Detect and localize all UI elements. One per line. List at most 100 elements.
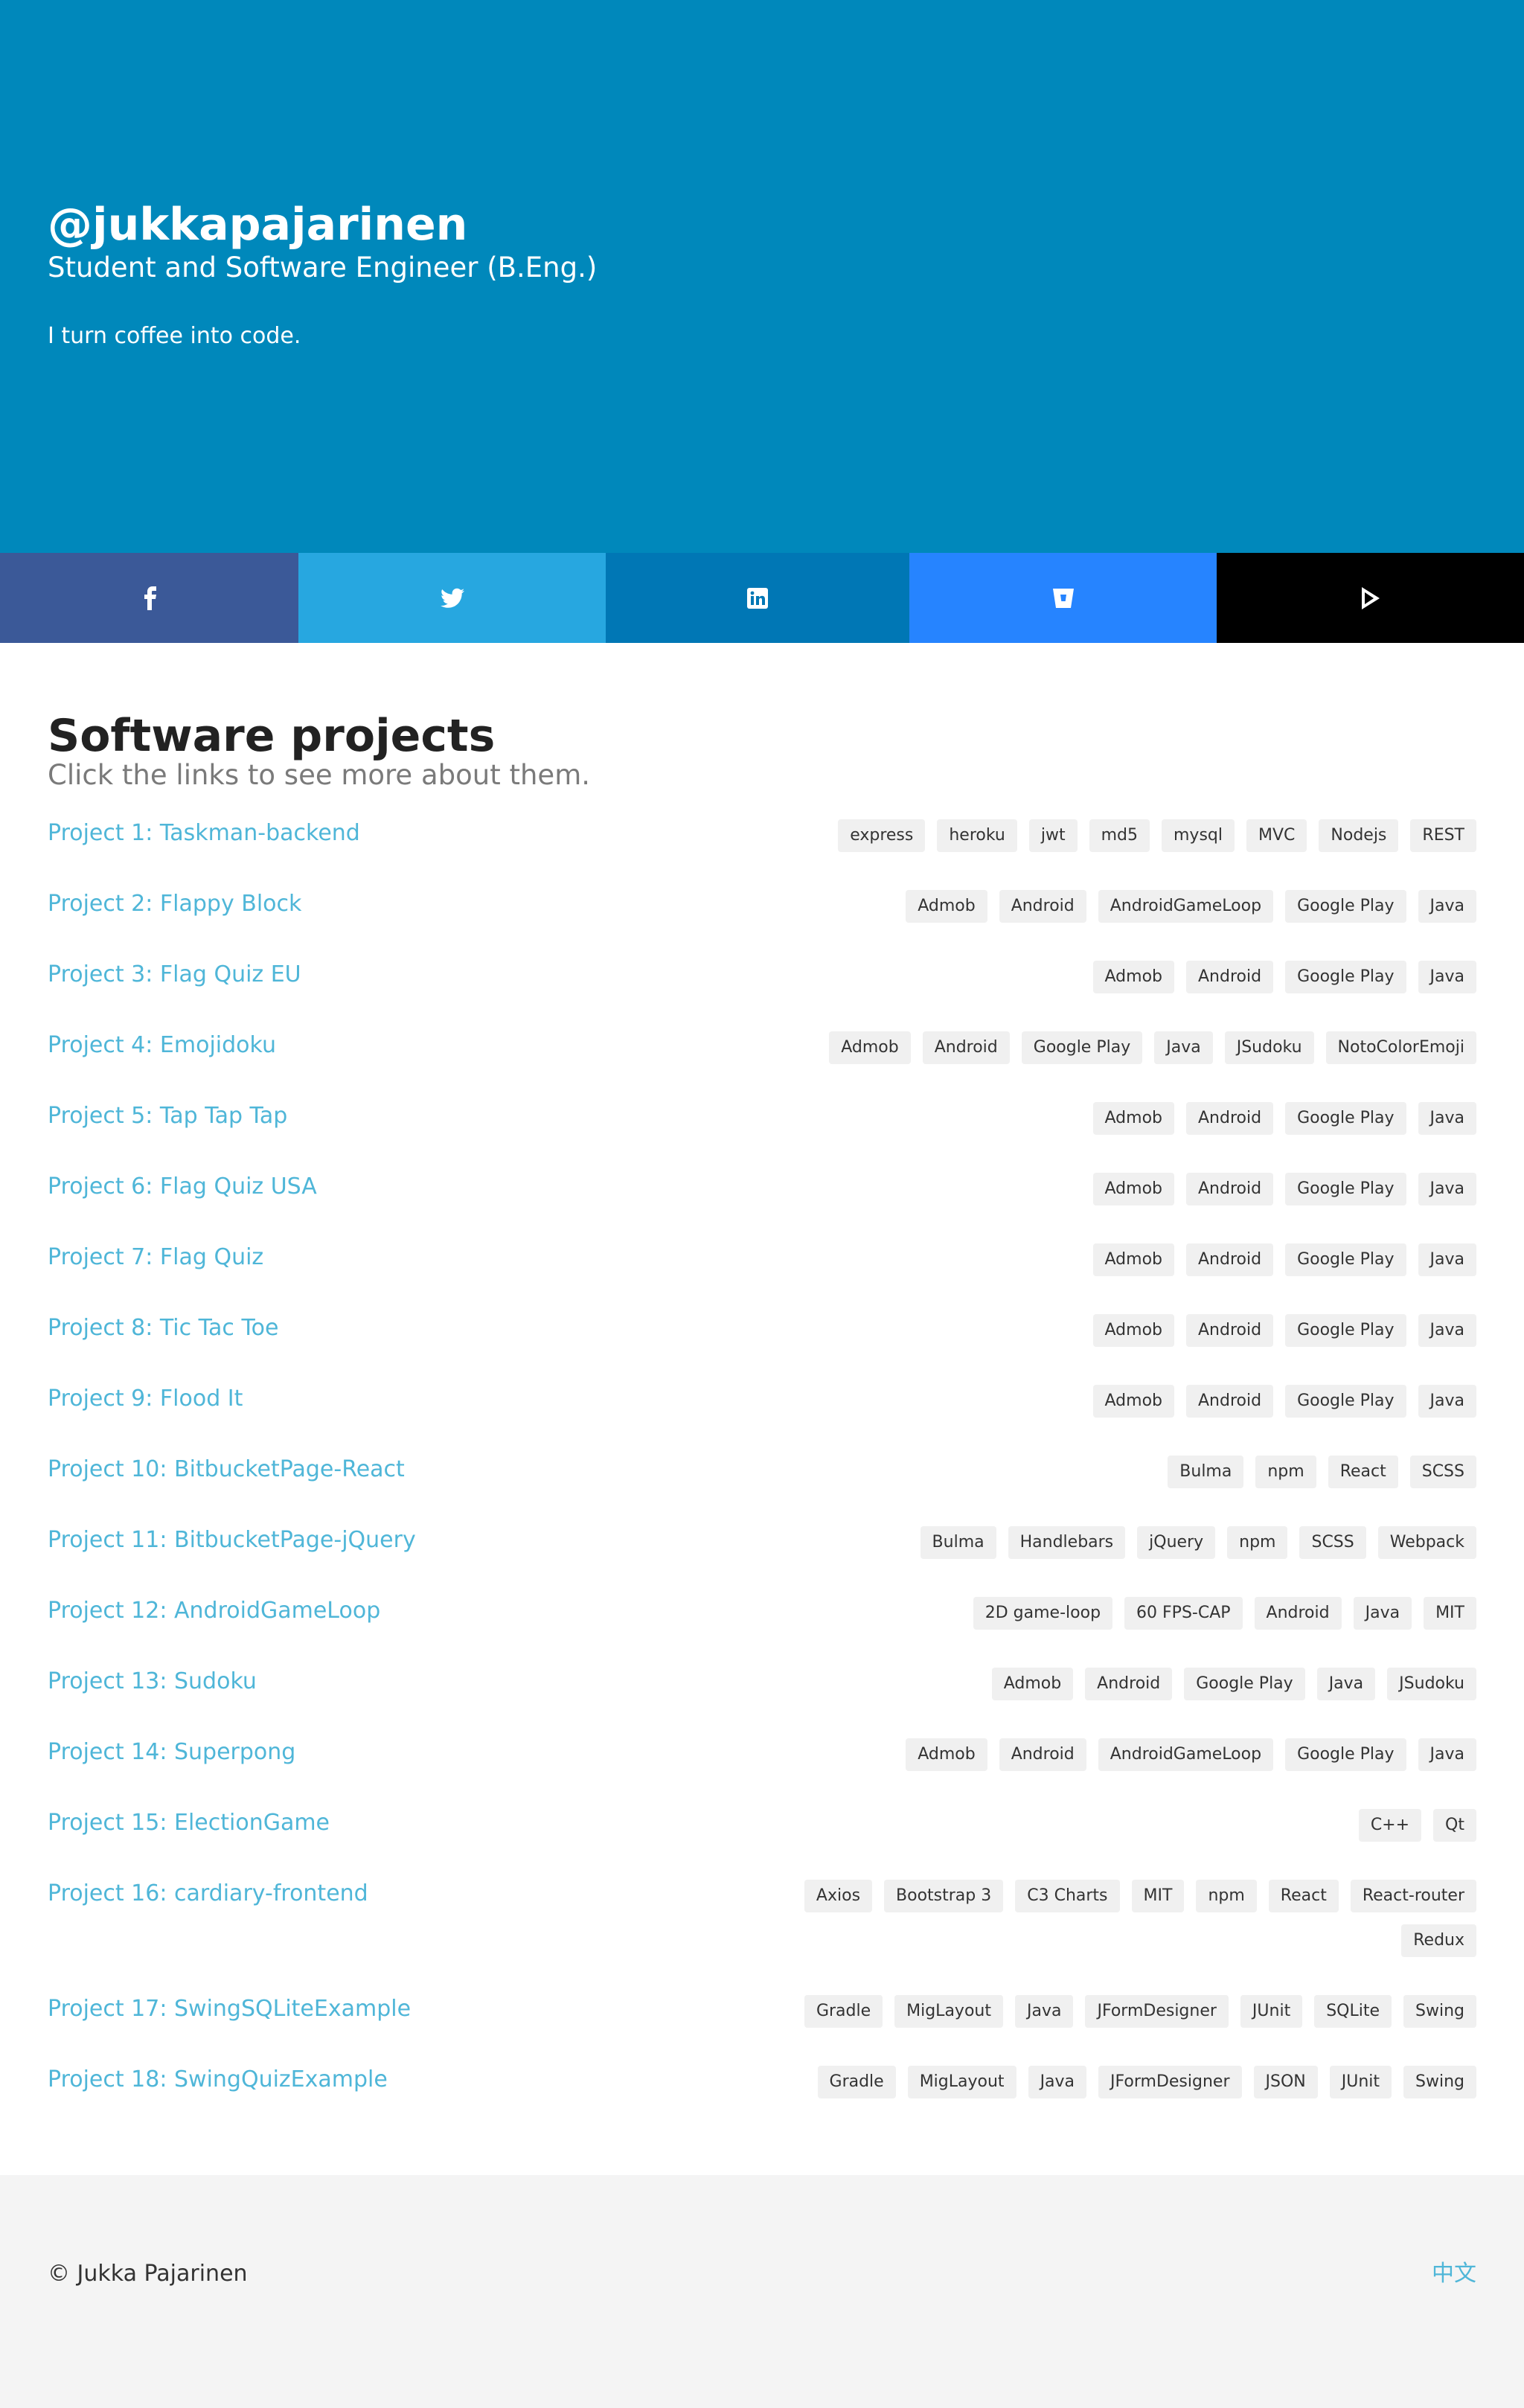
project-tag: 2D game-loop	[973, 1597, 1113, 1630]
project-tags: Admob Android Google Play Java	[1092, 1171, 1476, 1205]
project-tag: Java	[1418, 1243, 1476, 1276]
twitter-icon	[440, 588, 464, 608]
project-tag: C3 Charts	[1015, 1880, 1120, 1912]
project-row: Project 14: Superpong Admob Android Android…	[48, 1736, 1476, 1771]
project-row: Project 4: Emojidoku Admob Android Google P…	[48, 1029, 1476, 1064]
project-tag: NotoColorEmoji	[1325, 1031, 1476, 1064]
project-tag: React	[1268, 1880, 1339, 1912]
project-tag: Gradle	[817, 2066, 896, 2098]
project-tag: Gradle	[804, 1995, 883, 2028]
project-link[interactable]: Project 13: Sudoku	[48, 1665, 257, 1698]
project-link[interactable]: Project 7: Flag Quiz	[48, 1241, 263, 1274]
project-tag: heroku	[937, 819, 1017, 852]
social-link-facebook[interactable]	[0, 553, 298, 643]
project-tags: C++ Qt	[1358, 1807, 1476, 1842]
project-tag: npm	[1196, 1880, 1257, 1912]
project-tag: Java	[1418, 1173, 1476, 1205]
social-link-google-play[interactable]	[1217, 553, 1524, 643]
project-row: Project 6: Flag Quiz USA Admob Android Goog…	[48, 1171, 1476, 1205]
project-tags: Bulma npm React SCSS	[1168, 1453, 1476, 1488]
project-tag: JUnit	[1329, 2066, 1392, 2098]
project-tag: AndroidGameLoop	[1098, 890, 1274, 923]
project-tag: MigLayout	[907, 2066, 1016, 2098]
project-link[interactable]: Project 5: Tap Tap Tap	[48, 1100, 287, 1133]
project-link[interactable]: Project 3: Flag Quiz EU	[48, 958, 301, 991]
project-row: Project 15: ElectionGame C++ Qt	[48, 1807, 1476, 1842]
project-tag: MigLayout	[894, 1995, 1003, 2028]
project-tag: 60 FPS-CAP	[1124, 1597, 1243, 1630]
project-link[interactable]: Project 15: ElectionGame	[48, 1807, 330, 1839]
project-link[interactable]: Project 18: SwingQuizExample	[48, 2063, 388, 2096]
project-tag: Google Play	[1285, 1385, 1406, 1418]
project-tag: Admob	[1092, 1314, 1174, 1347]
project-link[interactable]: Project 2: Flappy Block	[48, 888, 301, 920]
project-tags: Admob Android Google Play Java	[1092, 1383, 1476, 1418]
social-link-bitbucket[interactable]	[909, 553, 1217, 643]
project-link[interactable]: Project 1: Taskman-backend	[48, 817, 360, 850]
project-link[interactable]: Project 9: Flood It	[48, 1383, 243, 1415]
project-row: Project 7: Flag Quiz Admob Android Google P…	[48, 1241, 1476, 1276]
google-play-icon	[1361, 586, 1380, 609]
project-tag: MIT	[1424, 1597, 1476, 1630]
project-tag: Admob	[991, 1668, 1074, 1700]
project-tag: React	[1328, 1456, 1398, 1488]
language-switch-link[interactable]: 中文	[1432, 2258, 1476, 2290]
project-tag: Bootstrap 3	[884, 1880, 1004, 1912]
project-tag: Redux	[1401, 1924, 1476, 1957]
project-tag: Java	[1028, 2066, 1087, 2098]
project-tag: Google Play	[1285, 1173, 1406, 1205]
project-list: Project 1: Taskman-backend express heroku j…	[48, 817, 1476, 2134]
project-tags: Admob Android AndroidGameLoop Google Play Ja…	[906, 888, 1476, 923]
hero-title: @jukkapajarinen	[48, 199, 468, 251]
project-tag: JUnit	[1240, 1995, 1303, 2028]
project-link[interactable]: Project 8: Tic Tac Toe	[48, 1312, 279, 1345]
project-tags: Admob Android Google Play Java	[1092, 1241, 1476, 1276]
social-link-twitter[interactable]	[298, 553, 606, 643]
social-link-linkedin[interactable]	[606, 553, 909, 643]
project-tag: Admob	[906, 1738, 987, 1771]
project-tag: JSON	[1253, 2066, 1318, 2098]
project-tag: Google Play	[1021, 1031, 1143, 1064]
project-tag: Java	[1418, 1102, 1476, 1135]
project-tag: Google Play	[1285, 961, 1406, 993]
project-tag: express	[838, 819, 926, 852]
project-tag: Java	[1418, 961, 1476, 993]
project-row: Project 17: SwingSQLiteExample Gradle MigL…	[48, 1993, 1476, 2028]
hero-subtitle: Student and Software Engineer (B.Eng.)	[48, 252, 598, 284]
project-tag: Google Play	[1285, 1314, 1406, 1347]
project-link[interactable]: Project 11: BitbucketPage-jQuery	[48, 1524, 416, 1557]
project-link[interactable]: Project 12: AndroidGameLoop	[48, 1595, 380, 1627]
project-tags: Admob Android Google Play Java	[1092, 1312, 1476, 1347]
project-tag: Java	[1418, 1385, 1476, 1418]
project-tag: Admob	[1092, 1385, 1174, 1418]
project-row: Project 3: Flag Quiz EU Admob Android Googl…	[48, 958, 1476, 993]
project-tags: Axios Bootstrap 3 C3 Charts MIT npm React Reac…	[732, 1877, 1476, 1957]
project-row: Project 11: BitbucketPage-jQuery Bulma Han…	[48, 1524, 1476, 1559]
project-link[interactable]: Project 14: Superpong	[48, 1736, 295, 1769]
project-row: Project 13: Sudoku Admob Android Google Pla…	[48, 1665, 1476, 1700]
project-link[interactable]: Project 17: SwingSQLiteExample	[48, 1993, 411, 2026]
project-tag: Java	[1014, 1995, 1074, 2028]
project-tags: Admob Android Google Play Java	[1092, 1100, 1476, 1135]
project-link[interactable]: Project 4: Emojidoku	[48, 1029, 276, 1062]
project-tag: JSudoku	[1224, 1031, 1314, 1064]
project-tag: Java	[1418, 1738, 1476, 1771]
project-tag: Android	[999, 890, 1086, 923]
project-tags: express heroku jwt md5 mysql MVC Nodejs REST	[838, 817, 1476, 852]
project-tag: Google Play	[1285, 1243, 1406, 1276]
project-tag: Java	[1353, 1597, 1412, 1630]
project-tag: SQLite	[1314, 1995, 1392, 2028]
project-row: Project 12: AndroidGameLoop 2D game-loop 6…	[48, 1595, 1476, 1630]
project-link[interactable]: Project 6: Flag Quiz USA	[48, 1171, 317, 1203]
project-link[interactable]: Project 10: BitbucketPage-React	[48, 1453, 405, 1486]
project-tag: Google Play	[1285, 890, 1406, 923]
project-row: Project 10: BitbucketPage-React Bulma npm R…	[48, 1453, 1476, 1488]
linkedin-icon	[747, 587, 768, 609]
project-link[interactable]: Project 16: cardiary-frontend	[48, 1877, 368, 1910]
facebook-icon	[144, 586, 156, 610]
project-tag: Android	[1254, 1597, 1342, 1630]
project-tag: Android	[922, 1031, 1010, 1064]
project-tag: jwt	[1028, 819, 1078, 852]
project-tag: Bulma	[1168, 1456, 1244, 1488]
project-tag: Swing	[1403, 2066, 1476, 2098]
